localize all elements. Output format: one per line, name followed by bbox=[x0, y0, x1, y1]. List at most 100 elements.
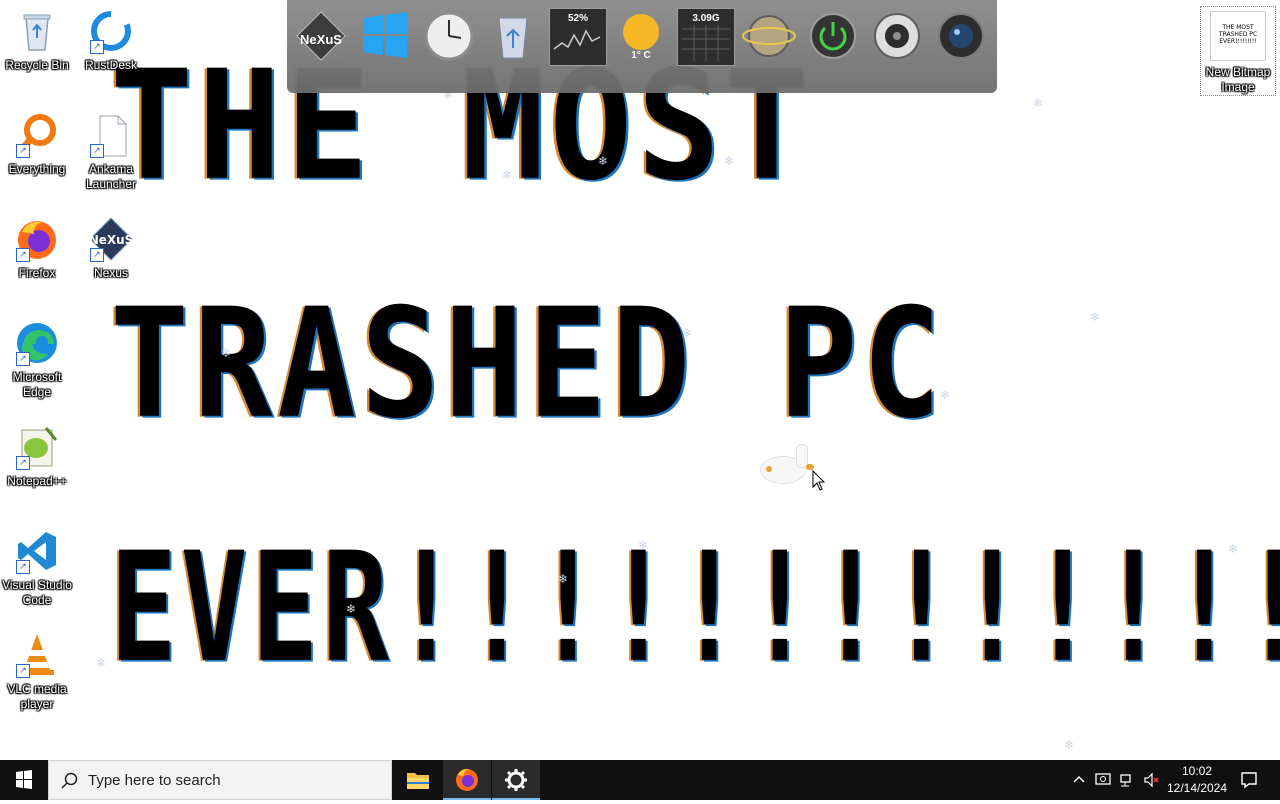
shortcut-arrow-icon: ↗ bbox=[90, 248, 104, 262]
desktop-icon-rustdesk[interactable]: ↗ RustDesk bbox=[74, 8, 148, 73]
dock-nexus-logo-text: NeXuS bbox=[300, 32, 342, 47]
globe-icon bbox=[742, 15, 796, 57]
system-clock[interactable]: 10:02 12/14/2024 bbox=[1162, 763, 1232, 797]
desktop-icon-label: Notepad++ bbox=[7, 474, 67, 488]
dock-item-speaker[interactable] bbox=[869, 8, 925, 64]
search-placeholder: Type here to search bbox=[88, 772, 221, 789]
memory-usage: 3.09G bbox=[692, 13, 720, 24]
clock-icon bbox=[424, 11, 474, 61]
volume-muted-icon[interactable] bbox=[1143, 772, 1159, 788]
goose-sprite bbox=[760, 440, 820, 484]
dock-item-camera[interactable] bbox=[933, 8, 989, 64]
nexus-dock: NeXuS 52% 1° C 3.09G bbox=[287, 0, 997, 93]
snowflake-icon: ❄ bbox=[638, 538, 649, 552]
dock-item-nexus[interactable]: NeXuS bbox=[293, 8, 349, 64]
desktop-icon-label: VLC media player bbox=[7, 682, 67, 711]
notification-center-icon[interactable] bbox=[1240, 771, 1258, 789]
shortcut-arrow-icon: ↗ bbox=[16, 144, 30, 158]
desktop-icon-notepadpp[interactable]: ↗ Notepad++ bbox=[0, 424, 74, 489]
windows-logo-icon bbox=[363, 12, 407, 58]
vlc-cone-icon: ↗ bbox=[14, 632, 60, 678]
dock-item-power[interactable] bbox=[805, 8, 861, 64]
dock-item-windows[interactable] bbox=[357, 8, 413, 64]
dock-item-clock[interactable] bbox=[421, 8, 477, 64]
shortcut-arrow-icon: ↗ bbox=[16, 352, 30, 366]
clock-date: 12/14/2024 bbox=[1166, 781, 1228, 795]
camera-lens-icon bbox=[938, 13, 984, 59]
desktop-icon-vlc[interactable]: ↗ VLC media player bbox=[0, 632, 74, 712]
snowflake-icon: ❄ bbox=[724, 154, 735, 168]
shortcut-arrow-icon: ↗ bbox=[90, 144, 104, 158]
desktop: THE MOST TRASHED PC EVER!!!!!!!!!!!!!!! … bbox=[0, 0, 1280, 760]
bitmap-thumbnail-text: THE MOST TRASHED PC EVER!!!!!!!!! bbox=[1218, 24, 1258, 45]
desktop-icon-label: New Bitmap Image bbox=[1205, 65, 1271, 94]
desktop-icon-ankama-launcher[interactable]: ↗ Ankama Launcher bbox=[74, 112, 148, 192]
desktop-icon-recycle-bin[interactable]: Recycle Bin bbox=[0, 8, 74, 73]
shortcut-arrow-icon: ↗ bbox=[16, 664, 30, 678]
desktop-icon-new-bitmap[interactable]: THE MOST TRASHED PC EVER!!!!!!!!! New Bi… bbox=[1200, 6, 1276, 96]
taskbar: Type here to search 10:02 12/14/2024 bbox=[0, 760, 1280, 800]
taskbar-file-explorer[interactable] bbox=[394, 760, 442, 800]
notepadpp-icon: ↗ bbox=[14, 424, 60, 470]
power-icon bbox=[810, 13, 856, 59]
search-icon bbox=[61, 772, 78, 789]
gear-icon bbox=[505, 769, 527, 791]
snowflake-icon: ❄ bbox=[558, 572, 569, 586]
shortcut-arrow-icon: ↗ bbox=[16, 456, 30, 470]
windows-logo-icon bbox=[16, 770, 32, 789]
search-box[interactable]: Type here to search bbox=[48, 760, 392, 800]
remote-desktop-tray-icon[interactable] bbox=[1095, 772, 1111, 788]
dock-item-cpu-meter[interactable]: 52% bbox=[549, 8, 607, 66]
nexus-icon: NeXuS ↗ bbox=[88, 216, 134, 262]
snowflake-icon: ❄ bbox=[1228, 542, 1239, 556]
clock-time: 10:02 bbox=[1181, 764, 1213, 778]
big-text-line-3: EVER!!!!!!!!!!!!!!! bbox=[110, 519, 1280, 696]
bitmap-thumbnail: THE MOST TRASHED PC EVER!!!!!!!!! bbox=[1210, 11, 1266, 61]
snowflake-icon: ❄ bbox=[940, 388, 951, 402]
speaker-icon bbox=[874, 13, 920, 59]
firefox-icon: ↗ bbox=[14, 216, 60, 262]
snowflake-icon: ❄ bbox=[598, 154, 609, 168]
magnifier-icon: ↗ bbox=[14, 112, 60, 158]
snowflake-icon: ❄ bbox=[1033, 96, 1044, 110]
shortcut-arrow-icon: ↗ bbox=[16, 248, 30, 262]
desktop-icon-label: Everything bbox=[8, 162, 66, 176]
shortcut-arrow-icon: ↗ bbox=[16, 560, 30, 574]
desktop-icon-label: Ankama Launcher bbox=[85, 162, 137, 191]
desktop-icon-label: Recycle Bin bbox=[5, 58, 69, 72]
desktop-icon-label: Nexus bbox=[93, 266, 128, 280]
dock-item-network-globe[interactable] bbox=[741, 8, 797, 64]
dock-item-recycle-bin[interactable] bbox=[485, 8, 541, 64]
recycle-bin-icon bbox=[498, 17, 528, 59]
firefox-icon bbox=[456, 768, 478, 791]
folder-icon bbox=[407, 773, 429, 789]
snowflake-icon: ❄ bbox=[221, 346, 232, 360]
vscode-icon: ↗ bbox=[14, 528, 60, 574]
recycle-bin-icon bbox=[14, 8, 60, 54]
snowflake-icon: ❄ bbox=[346, 602, 357, 616]
cpu-percent: 52% bbox=[567, 13, 588, 24]
mouse-cursor-icon bbox=[812, 470, 826, 491]
big-text-line-2: TRASHED PC bbox=[110, 275, 946, 452]
desktop-icon-label: Firefox bbox=[18, 266, 56, 280]
taskbar-firefox[interactable] bbox=[443, 760, 491, 800]
dock-item-memory-meter[interactable]: 3.09G bbox=[677, 8, 735, 66]
snowflake-icon: ❄ bbox=[1090, 310, 1101, 324]
desktop-icon-firefox[interactable]: ↗ Firefox bbox=[0, 216, 74, 281]
network-icon[interactable] bbox=[1119, 772, 1135, 788]
snowflake-icon: ❄ bbox=[502, 168, 513, 182]
chevron-up-icon[interactable] bbox=[1071, 772, 1087, 788]
svg-text:NeXuS: NeXuS bbox=[89, 233, 134, 247]
snowflake-icon: ❄ bbox=[1064, 738, 1075, 752]
desktop-icon-label: Microsoft Edge bbox=[12, 370, 62, 399]
desktop-icon-edge[interactable]: ↗ Microsoft Edge bbox=[0, 320, 74, 400]
taskbar-settings[interactable] bbox=[492, 760, 540, 800]
start-button[interactable] bbox=[0, 760, 48, 800]
edge-icon: ↗ bbox=[14, 320, 60, 366]
desktop-icon-nexus[interactable]: NeXuS ↗ Nexus bbox=[74, 216, 148, 281]
snowflake-icon: ❄ bbox=[96, 656, 107, 670]
desktop-icon-vscode[interactable]: ↗ Visual Studio Code bbox=[0, 528, 74, 608]
rustdesk-icon: ↗ bbox=[88, 8, 134, 54]
dock-item-weather[interactable]: 1° C bbox=[613, 8, 669, 64]
desktop-icon-everything[interactable]: ↗ Everything bbox=[0, 112, 74, 177]
